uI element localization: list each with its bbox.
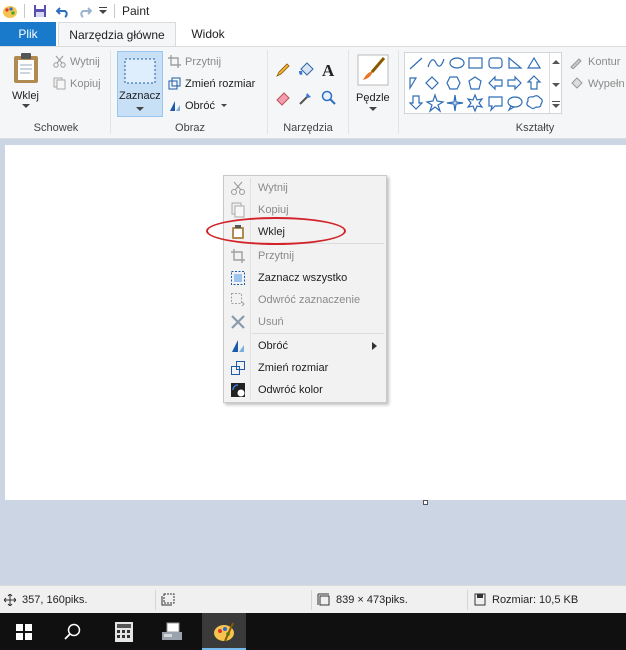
search-icon xyxy=(64,623,81,640)
menu-item-label: Odwróć kolor xyxy=(258,384,323,396)
shapes-group-label: Kształty xyxy=(515,122,555,134)
select-button[interactable]: Zaznacz xyxy=(117,51,163,117)
selection-rectangle-icon xyxy=(124,58,156,84)
search-button[interactable] xyxy=(50,613,94,650)
menu-item-label: Zaznacz wszystko xyxy=(258,272,348,284)
rotate-icon xyxy=(170,101,180,111)
clipboard-group-label: Schowek xyxy=(33,122,79,134)
image-size: 839 × 473piks. xyxy=(336,594,408,606)
redo-icon[interactable] xyxy=(78,4,92,18)
menu-item-rotate[interactable]: Obróć xyxy=(224,335,386,357)
tab-file[interactable]: Plik xyxy=(0,22,56,46)
invert-selection-icon xyxy=(231,293,245,307)
title-bar: Paint xyxy=(0,0,626,22)
windows-logo-icon xyxy=(16,624,32,640)
scissors-icon xyxy=(53,55,66,68)
clipboard-icon xyxy=(14,53,38,83)
undo-icon[interactable] xyxy=(56,4,70,18)
taskbar-fax-scan[interactable] xyxy=(150,613,194,650)
paste-button[interactable]: Wklej xyxy=(6,52,46,110)
rotate-icon xyxy=(232,340,244,352)
menu-item-label: Usuń xyxy=(258,316,284,328)
chevron-down-icon xyxy=(136,107,144,111)
chevron-down-icon xyxy=(221,104,227,107)
eraser-icon[interactable] xyxy=(275,90,291,106)
resize-icon xyxy=(168,77,181,90)
fill-bucket-icon[interactable] xyxy=(298,62,314,78)
select-all-icon xyxy=(231,271,245,285)
copy-icon xyxy=(53,77,66,90)
crop-icon xyxy=(231,249,245,263)
text-icon[interactable]: A xyxy=(321,61,337,79)
menu-item-label: Zmień rozmiar xyxy=(258,362,329,374)
shapes-scroll-arrows-icon xyxy=(552,60,560,108)
cursor-position: 357, 160piks. xyxy=(22,594,88,606)
chevron-down-icon xyxy=(22,104,30,108)
menu-item-select-all[interactable]: Zaznacz wszystko xyxy=(224,267,386,289)
outline-icon xyxy=(570,58,582,69)
select-label: Zaznacz xyxy=(119,90,161,102)
paint-app-icon[interactable] xyxy=(2,3,18,19)
shapes-gallery[interactable] xyxy=(404,52,562,114)
crop-button[interactable]: Przytnij xyxy=(185,56,221,68)
menu-item-label: Odwróć zaznaczenie xyxy=(258,294,361,306)
fill-button[interactable]: Wypełn xyxy=(588,78,625,90)
tab-view[interactable]: Widok xyxy=(180,22,236,46)
canvas-resize-handle[interactable] xyxy=(423,500,428,505)
shapes-gallery-icons xyxy=(408,56,543,113)
window-title: Paint xyxy=(122,4,150,18)
magnifier-icon[interactable] xyxy=(321,90,337,106)
cut-button[interactable]: Wytnij xyxy=(70,56,100,68)
fill-icon xyxy=(571,77,583,89)
highlight-annotation-oval xyxy=(206,217,346,245)
menu-item-resize[interactable]: Zmień rozmiar xyxy=(224,357,386,379)
image-size-icon xyxy=(317,593,330,606)
color-picker-icon[interactable] xyxy=(298,90,314,106)
selection-size-icon xyxy=(161,593,175,606)
menu-item-label: Przytnij xyxy=(258,250,295,262)
chevron-down-icon xyxy=(369,107,377,111)
svg-text:A: A xyxy=(322,61,335,79)
shapes-scroll[interactable] xyxy=(549,53,563,113)
menu-item-label: Wytnij xyxy=(258,182,288,194)
context-menu: Wytnij Kopiuj Wklej Przytnij Zaznacz wsz… xyxy=(223,175,387,403)
fax-icon xyxy=(162,622,182,640)
scissors-icon xyxy=(231,181,245,195)
calculator-icon xyxy=(115,622,133,642)
pencil-icon[interactable] xyxy=(275,62,291,78)
brushes-label: Pędzle xyxy=(356,92,390,104)
cursor-position-icon xyxy=(4,594,16,606)
delete-icon xyxy=(231,315,245,329)
menu-item-cut[interactable]: Wytnij xyxy=(224,177,386,199)
menu-item-crop[interactable]: Przytnij xyxy=(224,245,386,267)
menu-item-label: Kopiuj xyxy=(258,204,289,216)
tools-group-label: Narzędzia xyxy=(283,122,333,134)
menu-item-invert-selection[interactable]: Odwróć zaznaczenie xyxy=(224,289,386,311)
copy-button[interactable]: Kopiuj xyxy=(70,78,101,90)
menu-item-label: Obróć xyxy=(258,340,288,352)
resize-icon xyxy=(231,361,245,375)
brushes-button[interactable]: Pędzle xyxy=(353,52,393,114)
paint-app-icon xyxy=(214,622,234,642)
rotate-button[interactable]: Obróć xyxy=(185,100,215,112)
taskbar-calculator[interactable] xyxy=(102,613,146,650)
start-button[interactable] xyxy=(2,613,46,650)
tab-home[interactable]: Narzędzia główne xyxy=(58,22,176,47)
image-group-label: Obraz xyxy=(175,122,205,134)
paste-label: Wklej xyxy=(12,90,39,102)
crop-icon xyxy=(168,55,181,68)
menu-item-delete[interactable]: Usuń xyxy=(224,311,386,333)
file-size-icon xyxy=(474,593,486,606)
brush-icon xyxy=(357,54,389,86)
menu-item-invert-color[interactable]: Odwróć kolor xyxy=(224,379,386,401)
taskbar-paint[interactable] xyxy=(202,613,246,650)
file-size: Rozmiar: 10,5 KB xyxy=(492,594,579,606)
invert-color-icon xyxy=(231,383,245,397)
save-icon[interactable] xyxy=(33,4,47,18)
resize-button[interactable]: Zmień rozmiar xyxy=(185,78,255,90)
customize-quick-access-icon[interactable] xyxy=(98,6,108,16)
copy-icon xyxy=(231,202,245,218)
outline-button[interactable]: Kontur xyxy=(588,56,620,68)
submenu-arrow-icon xyxy=(372,342,377,350)
